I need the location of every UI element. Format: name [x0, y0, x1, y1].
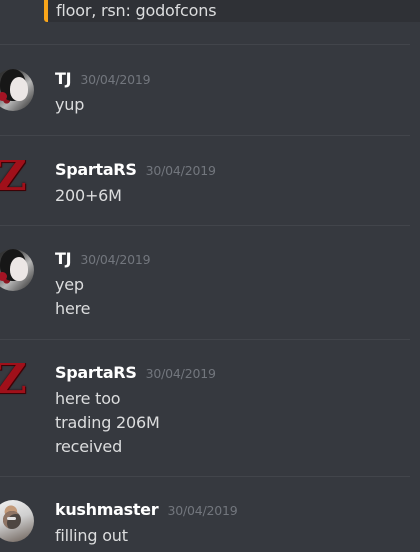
- quoted-embed: floor, rsn: godofcons: [44, 0, 420, 22]
- message-line: received: [55, 437, 123, 456]
- quoted-embed-text: floor, rsn: godofcons: [56, 1, 217, 20]
- message-divider: [0, 135, 410, 136]
- message-divider: [0, 225, 410, 226]
- message-divider: [0, 476, 410, 477]
- message-divider: [0, 44, 410, 45]
- username[interactable]: kushmaster: [55, 500, 159, 519]
- message-header: SpartaRS 30/04/2019: [55, 363, 216, 382]
- z-logo-glyph: Z: [0, 363, 27, 401]
- username[interactable]: SpartaRS: [55, 160, 137, 179]
- tj-avatar-icon[interactable]: [0, 249, 34, 291]
- timestamp: 30/04/2019: [80, 252, 151, 267]
- message-divider: [0, 339, 410, 340]
- timestamp: 30/04/2019: [80, 72, 151, 87]
- z-logo-glyph: Z: [0, 160, 27, 198]
- z-logo-avatar-icon[interactable]: Z: [0, 363, 33, 401]
- message-line: trading 206M: [55, 413, 160, 432]
- message-header: TJ 30/04/2019: [55, 249, 151, 268]
- message-line: here too: [55, 389, 121, 408]
- message-content: here too trading 206M received: [55, 387, 405, 459]
- chat-message-list: floor, rsn: godofcons TJ 30/04/2019 yup …: [0, 0, 420, 552]
- message-header: TJ 30/04/2019: [55, 69, 151, 88]
- z-logo-avatar-icon[interactable]: Z: [0, 160, 33, 198]
- message-line: yup: [55, 95, 85, 114]
- username[interactable]: SpartaRS: [55, 363, 137, 382]
- username[interactable]: TJ: [55, 249, 72, 268]
- message-line: 200+6M: [55, 186, 122, 205]
- message-header: SpartaRS 30/04/2019: [55, 160, 216, 179]
- username[interactable]: TJ: [55, 69, 72, 88]
- message-content: 200+6M: [55, 184, 405, 208]
- message-line: yep: [55, 275, 84, 294]
- message-content: yep here: [55, 273, 405, 321]
- timestamp: 30/04/2019: [167, 503, 238, 518]
- kushmaster-avatar-icon[interactable]: [0, 500, 34, 542]
- message-header: kushmaster 30/04/2019: [55, 500, 238, 519]
- timestamp: 30/04/2019: [145, 366, 216, 381]
- message-content: yup: [55, 93, 405, 117]
- timestamp: 30/04/2019: [145, 163, 216, 178]
- message-content: filling out: [55, 524, 405, 548]
- message-line: here: [55, 299, 91, 318]
- message-line: filling out: [55, 526, 128, 545]
- tj-avatar-icon[interactable]: [0, 69, 34, 111]
